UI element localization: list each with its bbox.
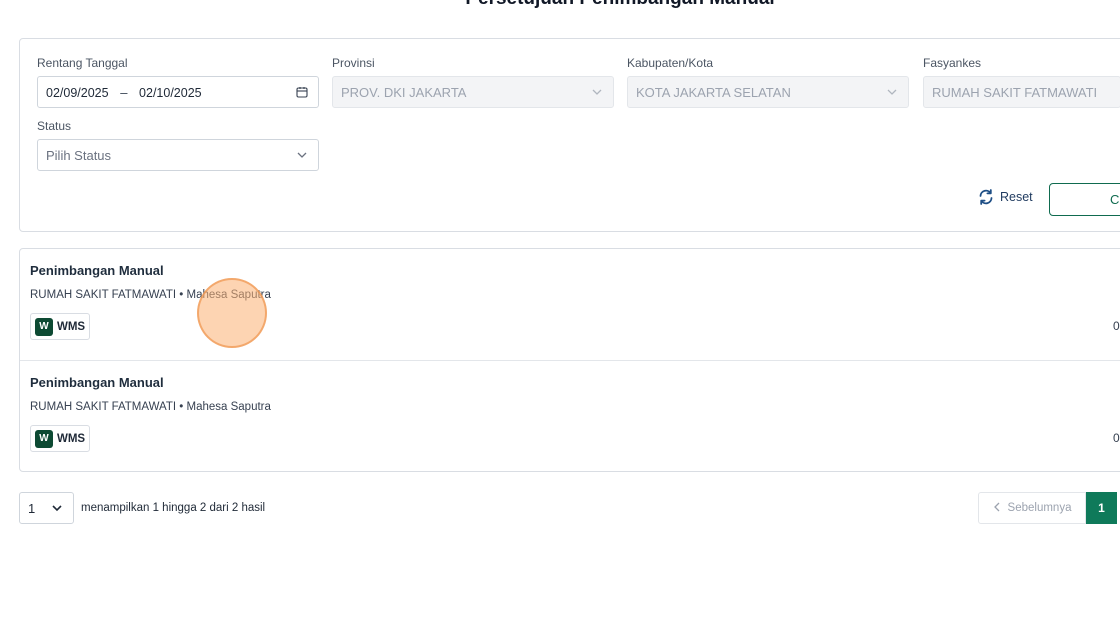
- wms-logo-icon: W: [35, 317, 53, 336]
- fasyankes-label: Fasyankes: [923, 56, 982, 70]
- page-title: Persetujuan Penimbangan Manual: [0, 0, 1120, 10]
- badge-text: WMS: [57, 432, 86, 445]
- calendar-icon[interactable]: [294, 84, 310, 100]
- wms-badge: W WMS: [30, 313, 91, 340]
- item-subtitle: RUMAH SAKIT FATMAWATI • Mahesa Saputra: [30, 401, 271, 413]
- result-list: Penimbangan Manual RUMAH SAKIT FATMAWATI…: [19, 248, 1120, 472]
- status-placeholder: Pilih Status: [46, 147, 112, 163]
- date-range-input[interactable]: 02/09/2025 – 02/10/2025: [37, 76, 319, 108]
- fasyankes-field: Fasyankes RUMAH SAKIT FATMAWATI: [923, 55, 1120, 108]
- page-size-value: 1: [28, 500, 36, 516]
- kabupaten-select[interactable]: KOTA JAKARTA SELATAN: [627, 76, 909, 108]
- kabupaten-field: Kabupaten/Kota KOTA JAKARTA SELATAN: [627, 55, 909, 108]
- date-end[interactable]: 02/10/2025: [139, 86, 202, 100]
- date-start[interactable]: 02/09/2025: [46, 86, 109, 100]
- previous-label: Sebelumnya: [1007, 502, 1072, 514]
- chevron-down-icon: [884, 84, 900, 100]
- chevron-left-icon: [993, 502, 1001, 515]
- kabupaten-label: Kabupaten/Kota: [627, 56, 714, 70]
- apply-button[interactable]: C: [1049, 183, 1120, 216]
- pagination-size: 1 menampilkan 1 hingga 2 dari 2 hasil: [19, 492, 265, 524]
- page-number-button[interactable]: 1: [1086, 492, 1117, 524]
- provinsi-select[interactable]: PROV. DKI JAKARTA: [332, 76, 614, 108]
- chevron-down-icon: [589, 84, 605, 100]
- chevron-down-icon: [294, 147, 310, 163]
- item-title: Penimbangan Manual: [30, 263, 164, 278]
- status-field: Status Pilih Status: [37, 118, 319, 171]
- item-subtitle: RUMAH SAKIT FATMAWATI • Mahesa Saputra: [30, 289, 271, 301]
- item-right-value: 0: [1113, 431, 1120, 445]
- date-range-field: Rentang Tanggal 02/09/2025 – 02/10/2025: [37, 55, 319, 108]
- reset-button[interactable]: Reset: [977, 188, 1033, 206]
- fasyankes-value: RUMAH SAKIT FATMAWATI: [932, 84, 1098, 100]
- fasyankes-select[interactable]: RUMAH SAKIT FATMAWATI: [923, 76, 1120, 108]
- item-right-value: 0: [1113, 319, 1120, 333]
- provinsi-value: PROV. DKI JAKARTA: [341, 84, 467, 100]
- item-title: Penimbangan Manual: [30, 375, 164, 390]
- wms-logo-icon: W: [35, 429, 53, 448]
- provinsi-field: Provinsi PROV. DKI JAKARTA: [332, 55, 614, 108]
- list-item[interactable]: Penimbangan Manual RUMAH SAKIT FATMAWATI…: [20, 360, 1120, 471]
- provinsi-label: Provinsi: [332, 56, 375, 70]
- status-select[interactable]: Pilih Status: [37, 139, 319, 171]
- list-item[interactable]: Penimbangan Manual RUMAH SAKIT FATMAWATI…: [20, 249, 1120, 360]
- refresh-icon: [977, 188, 995, 206]
- pagination-info: menampilkan 1 hingga 2 dari 2 hasil: [81, 502, 266, 514]
- chevron-down-icon: [49, 500, 65, 516]
- wms-badge: W WMS: [30, 425, 91, 452]
- reset-label: Reset: [1000, 190, 1033, 204]
- page-size-select[interactable]: 1: [19, 492, 74, 524]
- status-label: Status: [37, 119, 72, 133]
- date-separator: –: [120, 84, 128, 100]
- filter-panel: Rentang Tanggal 02/09/2025 – 02/10/2025 …: [19, 38, 1120, 232]
- date-range-label: Rentang Tanggal: [37, 56, 128, 70]
- badge-text: WMS: [57, 320, 86, 333]
- kabupaten-value: KOTA JAKARTA SELATAN: [636, 84, 791, 100]
- previous-page-button[interactable]: Sebelumnya: [978, 492, 1086, 524]
